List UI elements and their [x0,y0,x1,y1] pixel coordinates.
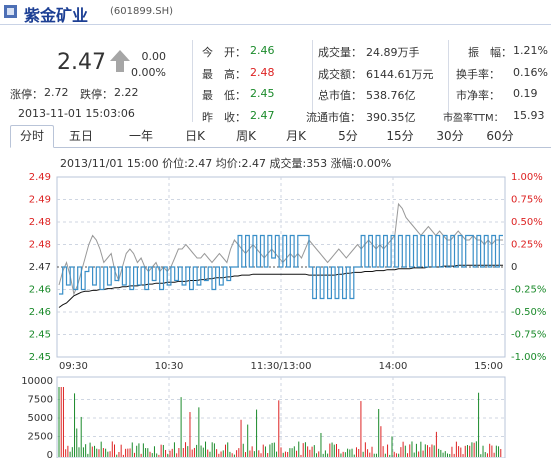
y-tick-price: 2.46 [29,285,51,296]
x-tick-time: 10:30 [155,361,184,372]
y-tick-pct: 0.75% [511,195,543,206]
x-tick-time: 15:00 [474,361,503,372]
y-tick-pct: 0.25% [511,240,543,251]
y-tick-price: 2.46 [29,307,51,318]
y-tick-volume: 5000 [28,413,53,424]
y-tick-pct: 1.00% [511,172,543,183]
y-tick-pct: -0.50% [511,307,546,318]
y-tick-price: 2.47 [29,262,51,273]
y-tick-volume: 10000 [21,376,53,387]
y-tick-price: 2.45 [29,352,51,363]
y-tick-pct: -1.00% [511,352,546,363]
x-tick-time: 11:30/13:00 [250,361,311,372]
y-tick-pct: 0 [511,262,517,273]
x-tick-time: 14:00 [379,361,408,372]
y-tick-price: 2.49 [29,195,51,206]
x-tick-time: 09:30 [59,361,88,372]
y-tick-volume: 2500 [28,432,53,443]
y-tick-price: 2.45 [29,330,51,341]
y-tick-pct: 0.50% [511,217,543,228]
y-tick-price: 2.48 [29,217,51,228]
y-tick-volume: 7500 [28,395,53,406]
y-tick-pct: -0.25% [511,285,546,296]
y-tick-pct: -0.75% [511,330,546,341]
y-tick-price: 2.49 [29,172,51,183]
intraday-chart[interactable]: 2.49 1.00% 2.49 0.75% 2.48 0.50% 2.48 0.25% 2.47… [0,0,551,458]
y-tick-volume: 0 [47,450,53,458]
y-tick-price: 2.48 [29,240,51,251]
